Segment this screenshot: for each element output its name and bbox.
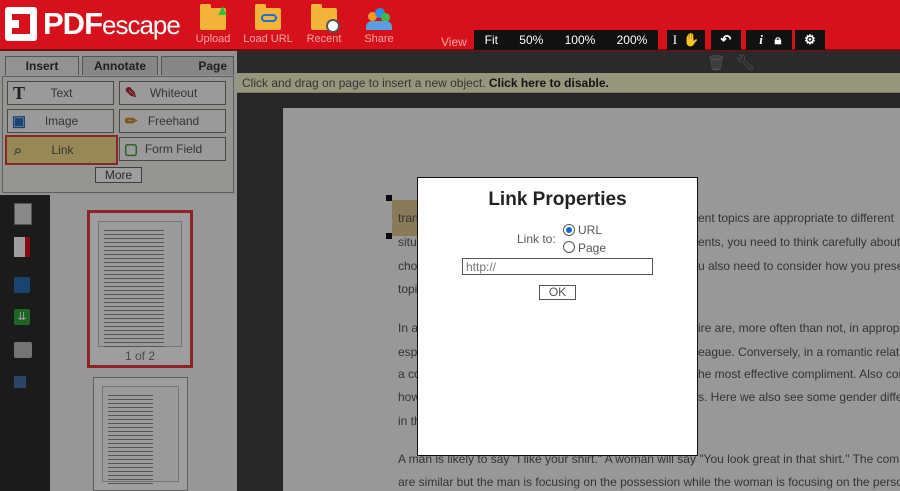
logo-icon — [5, 7, 37, 41]
upload-button[interactable]: ▲ Upload — [182, 2, 244, 45]
url-radio-label: URL — [578, 223, 603, 237]
ok-button[interactable]: OK — [539, 285, 576, 300]
recent-folder-icon — [311, 4, 340, 33]
gear-icon: ⚙ — [804, 32, 816, 47]
undo-button[interactable]: ↶ — [711, 30, 741, 50]
load-url-button[interactable]: Load URL — [237, 4, 299, 45]
zoom-50[interactable]: 50% — [519, 33, 543, 47]
hand-icon: ✋ — [683, 32, 700, 47]
zoom-fit[interactable]: Fit — [485, 33, 498, 47]
recent-label: Recent — [306, 33, 342, 45]
undo-icon: ↶ — [720, 32, 732, 47]
share-people-icon — [366, 8, 392, 30]
zoom-100[interactable]: 100% — [565, 33, 596, 47]
zoom-200[interactable]: 200% — [617, 33, 648, 47]
load-url-label: Load URL — [243, 33, 293, 45]
lock-button[interactable]: 🔒︎ — [764, 30, 792, 50]
share-label: Share — [364, 33, 394, 45]
logo-text: PDFescape — [43, 6, 181, 41]
settings-button[interactable]: ⚙ — [795, 30, 825, 50]
recent-button[interactable]: Recent — [293, 4, 355, 45]
select-tool-button[interactable]: I ✋ — [667, 30, 705, 50]
link-to-label: Link to: — [517, 232, 556, 246]
url-input[interactable] — [462, 258, 653, 275]
upload-folder-icon: ▲ — [200, 2, 230, 30]
url-radio[interactable] — [563, 224, 575, 236]
top-toolbar: PDFescape ▲ Upload Load URL Recent Share… — [0, 0, 900, 51]
info-icon: i — [759, 32, 763, 47]
share-button[interactable]: Share — [348, 8, 410, 45]
upload-label: Upload — [195, 33, 231, 45]
dialog-title: Link Properties — [488, 189, 627, 210]
page-radio-label: Page — [578, 241, 607, 255]
zoom-bar: Fit 50% 100% 200% — [474, 30, 658, 50]
lock-icon: 🔒︎ — [774, 32, 782, 47]
link-properties-dialog: Link Properties Link to: URL Page OK — [417, 177, 698, 456]
text-cursor-icon: I — [672, 32, 678, 47]
view-label: View — [441, 35, 467, 49]
page-radio[interactable] — [563, 241, 575, 253]
pdfescape-logo[interactable]: PDFescape — [5, 6, 181, 42]
load-url-folder-icon — [255, 4, 281, 30]
